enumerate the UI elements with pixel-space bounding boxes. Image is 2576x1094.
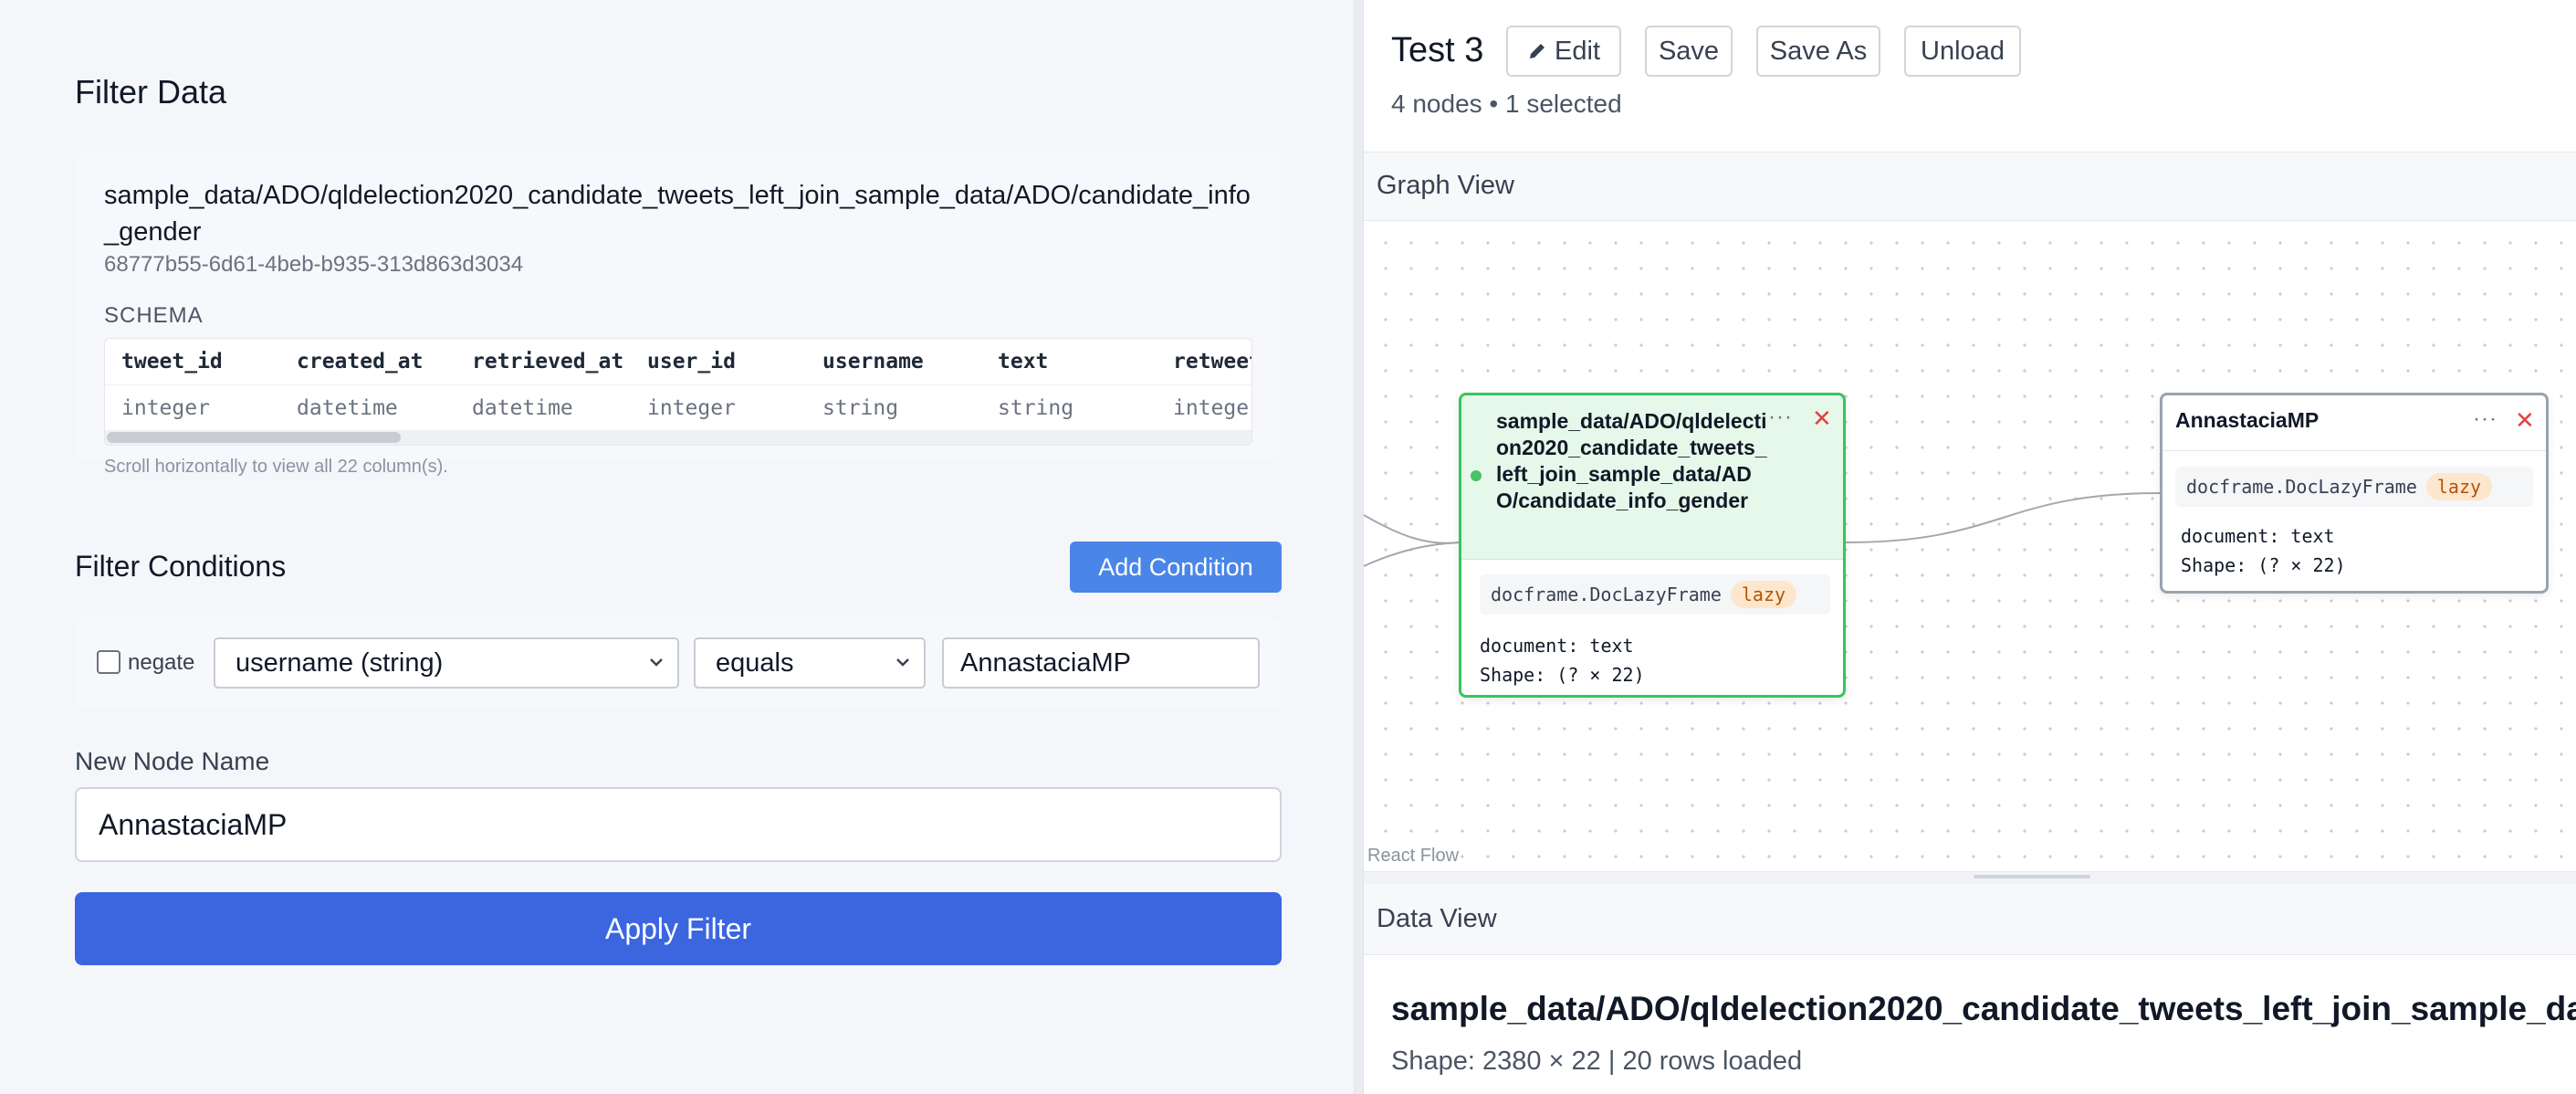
dataset-card: sample_data/ADO/qldelection2020_candidat… [75, 152, 1282, 477]
lazy-badge: lazy [2425, 473, 2493, 500]
unload-button[interactable]: Unload [1904, 26, 2021, 77]
graph-view-title: Graph View [1377, 171, 1514, 200]
schema-type-row: integer datetime datetime integer string… [105, 384, 1251, 430]
schema-column-type: string [998, 396, 1074, 420]
filter-title: Filter Data [75, 73, 227, 110]
node-title: AnnastaciaMP [2175, 408, 2319, 432]
node-document: document: text [2181, 525, 2335, 547]
panel-splitter[interactable] [1355, 0, 1364, 1094]
condition-value-input[interactable]: AnnastaciaMP [942, 637, 1260, 689]
chevron-down-icon [648, 639, 665, 704]
schema-scrollbar[interactable] [105, 430, 1251, 445]
node-document: document: text [1480, 635, 1634, 657]
negate-checkbox[interactable] [97, 650, 120, 674]
more-icon[interactable]: ··· [1768, 405, 1793, 430]
pencil-icon [1527, 37, 1555, 66]
schema-label: SCHEMA [104, 303, 204, 328]
schema-column-type: datetime [472, 396, 573, 420]
dataset-id: 68777b55-6d61-4beb-b935-313d863d3034 [104, 252, 524, 277]
react-flow-attribution[interactable]: React Flow [1367, 846, 1459, 867]
graph-node-source[interactable]: sample_data/ADO/qldelection2020_candidat… [1459, 393, 1846, 698]
node-shape: Shape: (? × 22) [2181, 554, 2346, 576]
dataset-name: sample_data/ADO/qldelection2020_candidat… [104, 181, 1251, 247]
node-header: sample_data/ADO/qldelection2020_candidat… [1461, 395, 1843, 560]
schema-table[interactable]: tweet_id created_at retrieved_at user_id… [104, 338, 1252, 446]
node-title: sample_data/ADO/qldelection2020_candidat… [1496, 409, 1767, 512]
save-as-button[interactable]: Save As [1756, 26, 1880, 77]
schema-scrollbar-thumb[interactable] [107, 432, 401, 443]
schema-column-name: user_id [647, 350, 736, 373]
graph-edge [1364, 542, 1460, 567]
add-condition-button[interactable]: Add Condition [1070, 542, 1282, 593]
negate-label[interactable]: negate [128, 650, 194, 676]
column-select[interactable]: username (string) [214, 637, 679, 689]
condition-row: negate username (string) equals Annastac… [75, 617, 1282, 709]
graph-panel: Test 3 Edit Save Save As Unload 4 nodes … [1364, 0, 2576, 1094]
data-view-name: sample_data/ADO/qldelection2020_candidat… [1391, 990, 2576, 1027]
close-icon[interactable]: ✕ [2515, 406, 2535, 435]
schema-column-type: integer [647, 396, 736, 420]
save-button[interactable]: Save [1645, 26, 1733, 77]
node-shape: Shape: (? × 22) [1480, 664, 1645, 686]
graph-meta: 4 nodes • 1 selected [1391, 89, 1622, 118]
doc-type-label: docframe.DocLazyFrame [1491, 584, 1722, 605]
data-view-resize-handle[interactable] [1364, 871, 2576, 884]
edit-button[interactable]: Edit [1506, 26, 1621, 77]
apply-filter-button[interactable]: Apply Filter [75, 892, 1282, 965]
schema-column-name: retweet [1173, 350, 1251, 373]
graph-view-header: Graph View [1364, 152, 2576, 221]
doc-type-chip: docframe.DocLazyFrame lazy [2175, 467, 2533, 507]
graph-edge [1845, 492, 2161, 543]
schema-column-name: tweet_id [121, 350, 223, 373]
schema-column-name: created_at [297, 350, 424, 373]
schema-column-type: datetime [297, 396, 398, 420]
graph-canvas[interactable]: sample_data/ADO/qldelection2020_candidat… [1364, 221, 2576, 871]
new-node-name-input[interactable]: AnnastaciaMP [75, 787, 1282, 862]
new-node-name-label: New Node Name [75, 747, 270, 775]
doc-type-chip: docframe.DocLazyFrame lazy [1480, 574, 1830, 615]
doc-type-label: docframe.DocLazyFrame [2186, 476, 2417, 498]
schema-column-type: integer [121, 396, 210, 420]
lazy-badge: lazy [1730, 581, 1797, 608]
schema-column-type: integer [1173, 396, 1251, 420]
data-view-title: Data View [1377, 904, 1497, 933]
status-dot-icon [1471, 470, 1482, 481]
node-header-divider [2162, 450, 2546, 451]
schema-column-name: text [998, 350, 1049, 373]
data-view-header: Data View [1364, 884, 2576, 955]
operator-select-value: equals [716, 648, 794, 678]
column-select-value: username (string) [236, 648, 444, 678]
edit-button-label: Edit [1555, 37, 1601, 66]
schema-column-name: username [822, 350, 924, 373]
schema-column-name: retrieved_at [472, 350, 624, 373]
more-icon[interactable]: ··· [2473, 406, 2497, 432]
filter-panel: Filter Data sample_data/ADO/qldelection2… [0, 0, 1355, 1094]
chevron-down-icon [895, 639, 911, 704]
data-view-shape: Shape: 2380 × 22 | 20 rows loaded [1391, 1047, 1803, 1076]
graph-edge [1364, 514, 1460, 544]
schema-header-row: tweet_id created_at retrieved_at user_id… [105, 339, 1251, 384]
scroll-hint: Scroll horizontally to view all 22 colum… [104, 457, 448, 477]
filter-conditions-title: Filter Conditions [75, 550, 287, 583]
close-icon[interactable]: ✕ [1812, 405, 1832, 433]
schema-column-type: string [822, 396, 899, 420]
resize-grip-icon [1974, 875, 2090, 878]
operator-select[interactable]: equals [694, 637, 926, 689]
graph-node-target[interactable]: AnnastaciaMP ··· ✕ docframe.DocLazyFrame… [2160, 393, 2549, 594]
graph-name: Test 3 [1391, 31, 1484, 69]
